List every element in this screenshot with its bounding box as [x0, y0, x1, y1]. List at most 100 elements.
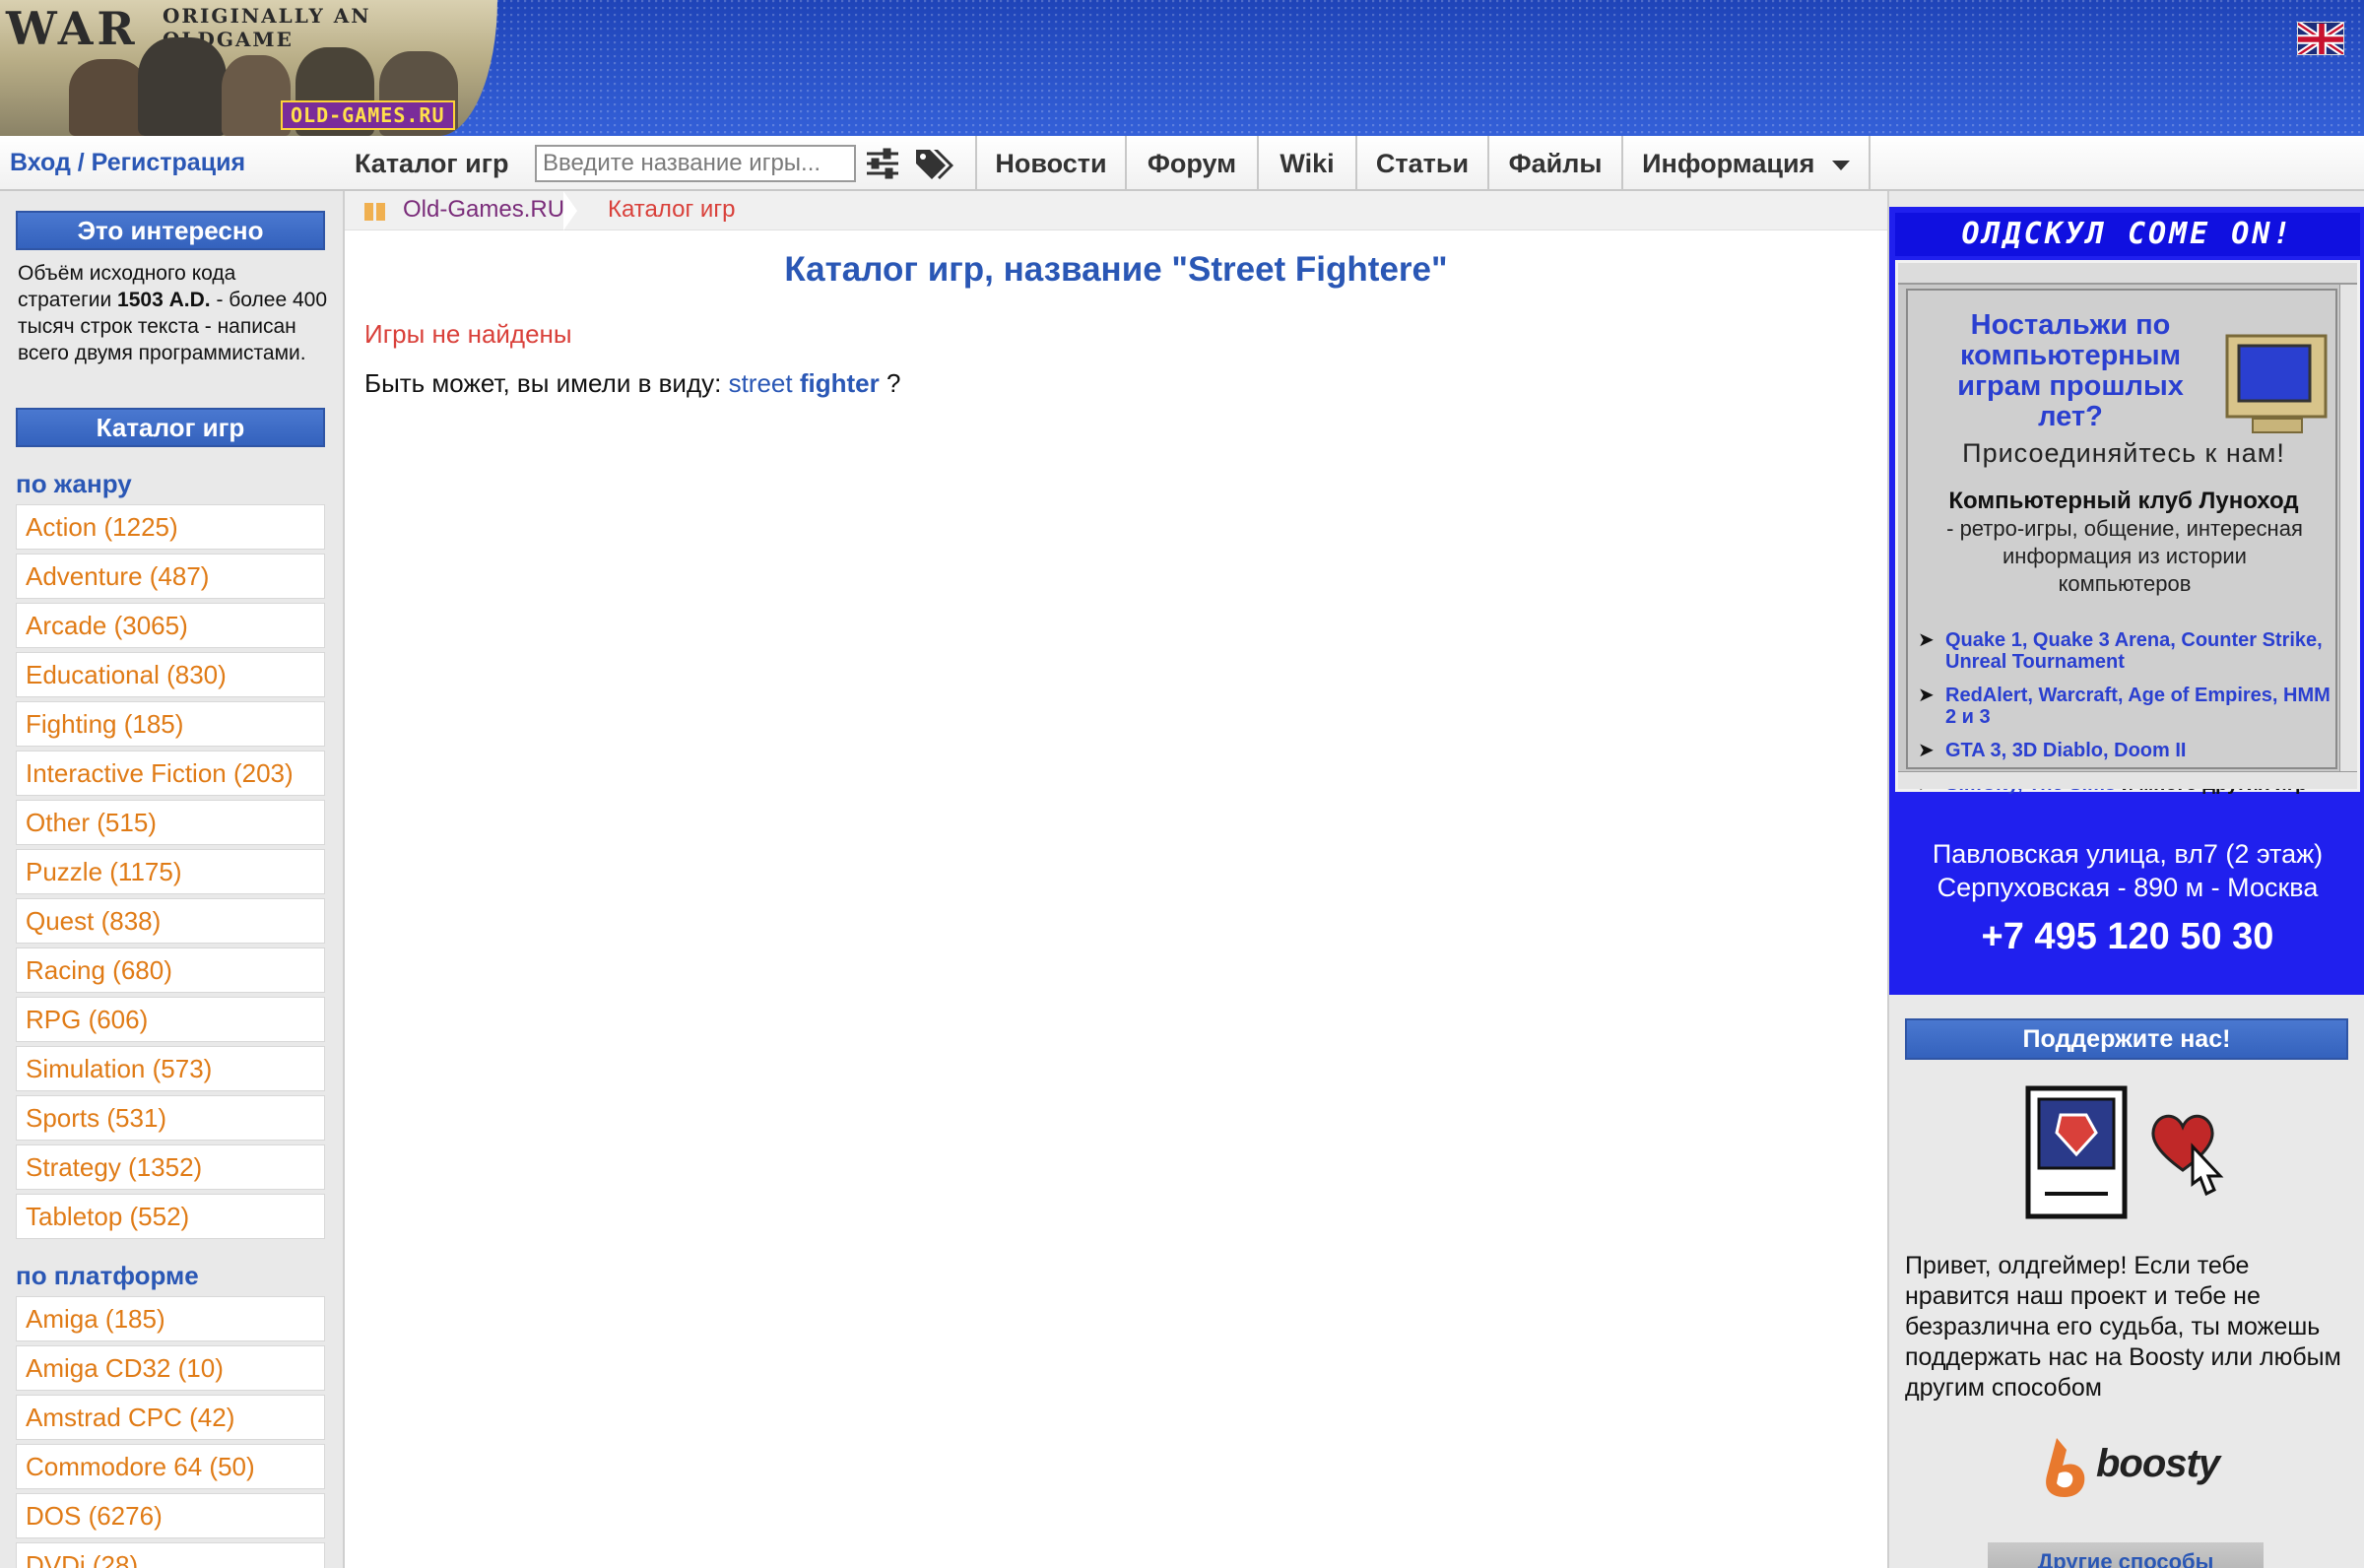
arrow-right-icon: ➤	[1918, 740, 1935, 761]
genre-item[interactable]: Simulation (573)	[16, 1046, 325, 1091]
ad-address: Павловская улица, вл7 (2 этаж) Серпуховс…	[1889, 837, 2364, 904]
ad-list-item: ➤ RedAlert, Warcraft, Age of Empires, HMM…	[1918, 685, 2341, 728]
ad-list-text: Quake 1, Quake 3 Arena, Counter Strike, …	[1945, 629, 2323, 673]
genre-item[interactable]: Tabletop (552)	[16, 1194, 325, 1239]
club-advert[interactable]: ОЛДСКУЛ COME ON! Ностальжи по компьютерн…	[1889, 207, 2364, 995]
genre-item[interactable]: Action (1225)	[16, 504, 325, 550]
nav-wiki-label: Wiki	[1280, 149, 1335, 178]
logo-figure	[138, 37, 227, 136]
uk-flag-icon[interactable]	[2297, 22, 2344, 55]
logo-figure	[69, 59, 148, 136]
platform-item[interactable]: Amiga (185)	[16, 1296, 325, 1341]
catalog-header[interactable]: Каталог игр	[16, 408, 325, 447]
nav-articles-label: Статьи	[1375, 149, 1470, 178]
heart-cursor-icon	[2151, 1114, 2224, 1197]
ad-list-item: ➤ Quake 1, Quake 3 Arena, Counter Strike,…	[1918, 629, 2341, 673]
ad-phone: +7 495 120 50 30	[1981, 916, 2274, 957]
support-text: Привет, олдгеймер! Если тебе нравится на…	[1905, 1252, 2341, 1402]
did-you-mean: Быть может, вы имели в виду: street figh…	[364, 368, 900, 399]
ad-window-titlebar	[1898, 263, 2357, 285]
interesting-header: Это интересно	[16, 211, 325, 250]
nav-divider	[1869, 136, 1871, 191]
retro-monitor-icon	[2225, 334, 2328, 433]
ad-vertical-scrollbar[interactable]	[2339, 285, 2357, 773]
interesting-fact: Объём исходного кода стратегии 1503 A.D.…	[18, 260, 333, 366]
site-logo[interactable]: WAR ORIGINALLY AN OLDGAME OLD-GAMES.RU	[0, 0, 497, 136]
nav-files[interactable]: Файлы	[1487, 136, 1621, 191]
ad-join-text: Присоединяйтесь к нам!	[1962, 438, 2285, 468]
logo-tagline: ORIGINALLY AN OLDGAME	[163, 4, 371, 51]
nav-files-label: Файлы	[1508, 149, 1603, 178]
logo-badge: OLD-GAMES.RU	[281, 100, 455, 130]
boosty-link[interactable]: boosty	[2039, 1436, 2220, 1499]
main-content: Old-Games.RU Каталог игр Каталог игр, на…	[345, 191, 1887, 1568]
platform-item[interactable]: Amiga CD32 (10)	[16, 1345, 325, 1391]
left-sidebar: Это интересно Объём исходного кода страт…	[0, 191, 345, 1568]
platform-item[interactable]: Commodore 64 (50)	[16, 1444, 325, 1489]
suggest-link-street[interactable]: street	[729, 368, 793, 398]
ad-address-line2: Серпуховская - 890 м - Москва	[1937, 873, 2319, 902]
caret-down-icon	[1831, 160, 1850, 170]
genre-item[interactable]: Educational (830)	[16, 652, 325, 697]
tags-icon[interactable]	[914, 146, 953, 181]
platform-item[interactable]: Amstrad CPC (42)	[16, 1395, 325, 1440]
ad-headline: ОЛДСКУЛ COME ON!	[1895, 213, 2360, 256]
login-register-link[interactable]: Вход / Регистрация	[10, 149, 245, 177]
genre-item[interactable]: Racing (680)	[16, 947, 325, 993]
ad-list-item: ➤ GTA 3, 3D Diablo, Doom II	[1918, 740, 2341, 761]
boosty-wordmark: boosty	[2096, 1442, 2220, 1485]
catalog-label[interactable]: Каталог игр	[355, 149, 508, 179]
nav-wiki[interactable]: Wiki	[1257, 136, 1355, 191]
ad-list-text: RedAlert, Warcraft, Age of Empires, HMM …	[1945, 685, 2331, 728]
search-input[interactable]	[535, 145, 856, 182]
genre-item[interactable]: Puzzle (1175)	[16, 849, 325, 894]
right-sidebar: ОЛДСКУЛ COME ON! Ностальжи по компьютерн…	[1887, 191, 2364, 1568]
ad-description: - ретро-игры, общение, интересная информ…	[1946, 516, 2303, 596]
breadcrumb-separator	[563, 191, 577, 230]
nav-news-label: Новости	[995, 149, 1107, 178]
arrow-right-icon: ➤	[1918, 629, 1935, 651]
sliders-icon[interactable]	[865, 148, 900, 179]
main-nav: Вход / Регистрация Каталог игр Новости Ф…	[0, 136, 2364, 191]
book-icon	[364, 203, 385, 221]
boosty-icon	[2046, 1438, 2085, 1497]
genre-item[interactable]: Quest (838)	[16, 898, 325, 944]
ad-window-body: Ностальжи по компьютерным играм прошлых …	[1906, 289, 2337, 795]
ad-horizontal-scrollbar[interactable]	[1898, 771, 2357, 789]
nav-news[interactable]: Новости	[975, 136, 1125, 191]
ad-club-name: Компьютерный клуб Луноход	[1948, 488, 2299, 514]
suggest-prefix: Быть может, вы имели в виду:	[364, 368, 722, 398]
genre-item[interactable]: Arcade (3065)	[16, 603, 325, 648]
page-title: Каталог игр, название "Street Fightere"	[784, 250, 1448, 289]
no-results-message: Игры не найдены	[364, 319, 572, 349]
support-header: Поддержите нас!	[1905, 1018, 2348, 1060]
genre-item[interactable]: Other (515)	[16, 800, 325, 845]
fact-game-link[interactable]: 1503 A.D.	[117, 289, 211, 311]
genre-item[interactable]: Interactive Fiction (203)	[16, 751, 325, 796]
genre-section-title: по жанру	[16, 469, 132, 498]
logo-word: WAR	[6, 2, 139, 55]
nav-articles[interactable]: Статьи	[1355, 136, 1487, 191]
nav-info-dropdown[interactable]: Информация	[1621, 136, 1869, 191]
breadcrumb: Old-Games.RU Каталог игр	[345, 191, 1887, 230]
breadcrumb-current[interactable]: Каталог игр	[608, 196, 735, 224]
genre-item[interactable]: RPG (606)	[16, 997, 325, 1042]
genre-item[interactable]: Sports (531)	[16, 1095, 325, 1141]
suggest-link-fighter[interactable]: fighter	[800, 368, 880, 398]
genre-item[interactable]: Fighting (185)	[16, 701, 325, 747]
nav-info-label: Информация	[1642, 149, 1815, 178]
nav-forum[interactable]: Форум	[1125, 136, 1257, 191]
site-header: WAR ORIGINALLY AN OLDGAME OLD-GAMES.RU	[0, 0, 2364, 136]
platform-item[interactable]: DOS (6276)	[16, 1493, 325, 1538]
retro-computer-icon	[2025, 1085, 2128, 1219]
other-ways-button[interactable]: Другие способы	[1988, 1542, 2264, 1568]
ad-address-line1: Павловская улица, вл7 (2 этаж)	[1932, 839, 2324, 869]
arrow-right-icon: ➤	[1918, 685, 1935, 706]
platform-section-title: по платформе	[16, 1261, 199, 1290]
platform-item[interactable]: DVDi (28)	[16, 1542, 325, 1568]
nav-forum-label: Форум	[1147, 149, 1237, 178]
breadcrumb-home[interactable]: Old-Games.RU	[403, 196, 564, 224]
ad-window: Ностальжи по компьютерным играм прошлых …	[1895, 260, 2360, 795]
genre-item[interactable]: Adventure (487)	[16, 554, 325, 599]
genre-item[interactable]: Strategy (1352)	[16, 1144, 325, 1190]
